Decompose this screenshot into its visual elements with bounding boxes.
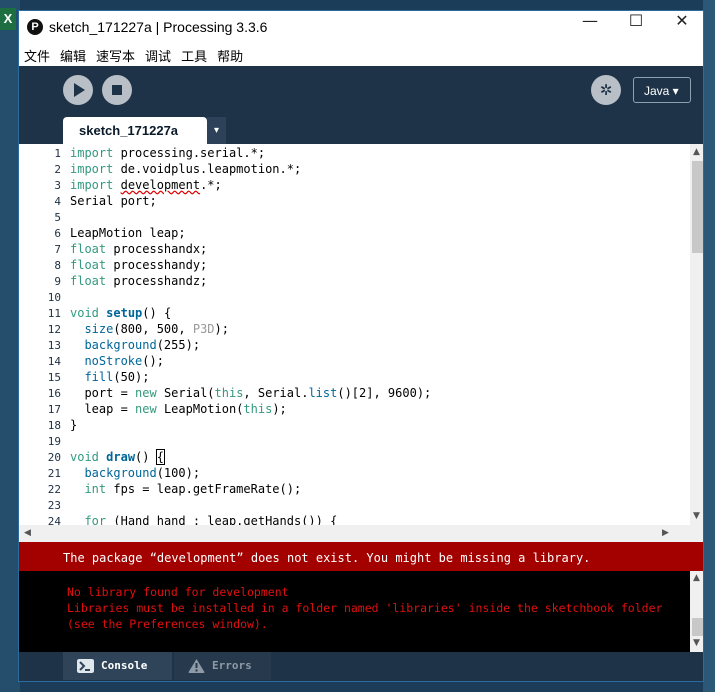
errors-tab[interactable]: Errors [174,652,271,680]
code-line: size(800, 500, P3D); [84,322,229,336]
tab-bar: sketch_171227a ▾ [19,112,703,144]
editor-horizontal-scrollbar[interactable]: ◀ ▶ [19,525,703,542]
scroll-left-icon[interactable]: ◀ [24,528,31,538]
processing-window: P sketch_171227a | Processing 3.3.6 — ☐ … [18,10,704,682]
errors-tab-label: Errors [212,659,252,672]
line-number: 2 [54,163,61,176]
processing-logo-icon: P [27,19,43,35]
editor-vertical-scrollbar[interactable]: ▲ ▼ [690,144,703,525]
code-line: } [70,418,78,432]
line-number: 7 [54,243,61,256]
line-number: 17 [47,403,61,416]
title-bar[interactable]: P sketch_171227a | Processing 3.3.6 — ☐ … [19,11,703,44]
stop-button[interactable] [102,75,132,105]
console-icon [77,659,94,673]
console-tab-label: Console [101,659,148,672]
menu-help[interactable]: 帮助 [212,44,248,65]
close-button[interactable]: ✕ [659,11,703,44]
console-scrollbar[interactable]: ▲ ▼ [690,571,703,652]
desktop-background: X [0,0,20,692]
line-number: 10 [47,291,61,304]
line-number: 5 [54,211,61,224]
play-icon [74,83,85,97]
code-line: float processhandx; [70,242,208,256]
warning-icon [188,659,205,673]
footer-tab-bar: Console Errors [19,652,703,681]
console-output[interactable]: No library found for development Librari… [19,571,703,652]
line-number: 16 [47,387,61,400]
code-line: void draw() { [70,449,166,465]
code-line: fill(50); [84,370,150,384]
error-status-bar: The package “development” does not exist… [19,542,703,571]
line-number: 9 [54,275,61,288]
debug-button[interactable]: ✲ [591,75,621,105]
code-line: import development.*; [70,178,222,192]
line-number: 19 [47,435,61,448]
console-line: No library found for development [67,585,289,599]
line-number: 11 [47,307,61,320]
code-line: LeapMotion leap; [70,226,186,240]
line-number: 6 [54,227,61,240]
code-line: background(100); [84,466,201,480]
line-number: 8 [54,259,61,272]
menu-file[interactable]: 文件 [19,44,55,65]
menu-edit[interactable]: 编辑 [55,44,91,65]
code-line: leap = new LeapMotion(this); [70,402,287,416]
code-line: float processhandy; [70,258,208,272]
line-number: 15 [47,371,61,384]
minimize-button[interactable]: — [567,11,613,44]
console-scroll-thumb[interactable] [692,618,703,636]
scroll-down-icon[interactable]: ▼ [693,511,700,521]
line-number: 3 [54,179,61,192]
code-line: int fps = leap.getFrameRate(); [84,482,302,496]
console-line: (see the Preferences window). [67,617,268,631]
maximize-button[interactable]: ☐ [613,11,659,44]
line-number: 18 [47,419,61,432]
code-line: port = new Serial(this, Serial.list()[2]… [70,386,432,400]
code-line: void setup() { [70,306,172,320]
desktop-background-right [703,0,715,692]
console-line: Libraries must be installed in a folder … [67,601,663,615]
line-number-gutter: 1 2 3 4 5 6 7 8 9 10 11 12 13 14 15 16 1… [19,144,65,528]
scroll-right-icon[interactable]: ▶ [662,528,669,538]
excel-icon[interactable]: X [0,8,16,30]
console-scroll-up-icon[interactable]: ▲ [693,573,700,583]
code-line: import de.voidplus.leapmotion.*; [70,162,302,176]
window-title: sketch_171227a | Processing 3.3.6 [49,19,268,35]
menu-tools[interactable]: 工具 [176,44,212,65]
line-number: 23 [47,499,61,512]
line-number: 21 [47,467,61,480]
mode-selector[interactable]: Java ▾ [633,77,691,103]
run-button[interactable] [63,75,93,105]
line-number: 20 [47,451,61,464]
line-number: 4 [54,195,61,208]
stop-icon [112,85,122,95]
tab-sketch[interactable]: sketch_171227a [63,117,207,144]
line-number: 14 [47,355,61,368]
code-line: import processing.serial.*; [70,146,266,160]
code-editor[interactable]: 1 2 3 4 5 6 7 8 9 10 11 12 13 14 15 16 1… [19,144,703,528]
code-line: background(255); [84,338,201,352]
console-scroll-down-icon[interactable]: ▼ [693,638,700,648]
code-line: Serial port; [70,194,157,208]
scroll-up-icon[interactable]: ▲ [693,147,700,157]
editor-scroll-thumb[interactable] [692,161,703,253]
tab-menu-chevron-down-icon[interactable]: ▾ [207,117,226,144]
console-tab[interactable]: Console [63,652,172,680]
line-number: 1 [54,147,61,160]
line-number: 12 [47,323,61,336]
menu-bar: 文件 编辑 速写本 调试 工具 帮助 [19,44,703,66]
menu-sketch[interactable]: 速写本 [91,44,140,65]
line-number: 13 [47,339,61,352]
line-number: 22 [47,483,61,496]
code-line: noStroke(); [84,354,164,368]
menu-debug[interactable]: 调试 [140,44,176,65]
code-line: float processhandz; [70,274,208,288]
